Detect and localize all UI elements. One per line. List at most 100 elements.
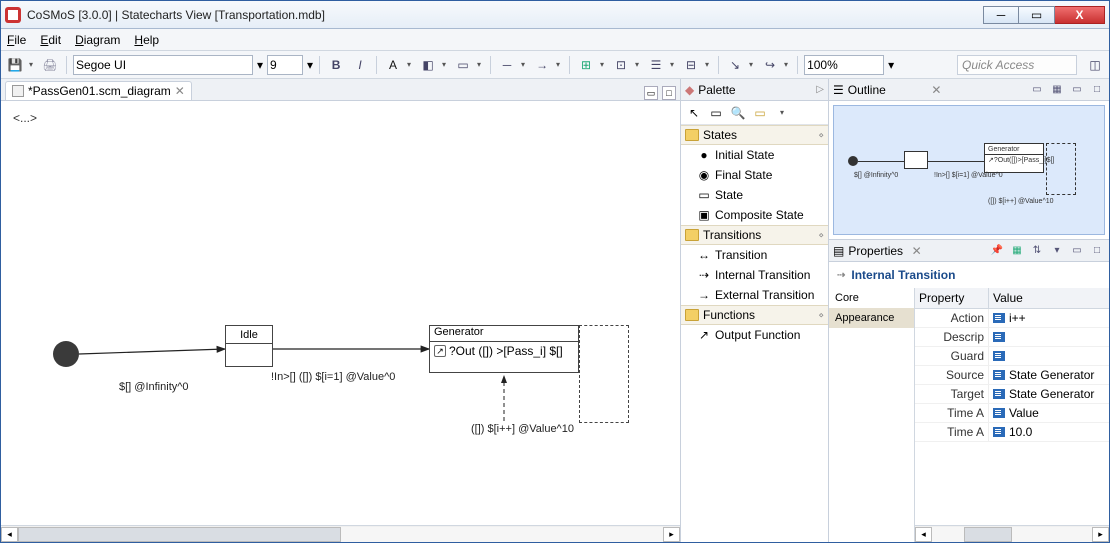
save-icon[interactable]: 💾	[5, 55, 25, 75]
props-menu-icon[interactable]: ▾	[1049, 243, 1065, 259]
palette-item-external-transition[interactable]: →External Transition	[681, 285, 828, 305]
maximize-button[interactable]: ▭	[1019, 6, 1055, 24]
outline-view2-icon[interactable]: ▦	[1049, 82, 1065, 98]
props-cat-icon[interactable]: ▦	[1009, 243, 1025, 259]
props-pin-icon[interactable]: 📌	[989, 243, 1005, 259]
property-row[interactable]: Actioni++	[915, 309, 1109, 328]
scroll-thumb[interactable]	[18, 527, 341, 542]
palette-item-initial-state[interactable]: ●Initial State	[681, 145, 828, 165]
property-row[interactable]: Descrip	[915, 328, 1109, 347]
menu-edit[interactable]: Edit	[40, 33, 61, 47]
category-appearance[interactable]: Appearance	[829, 308, 914, 328]
outline-thumbnail[interactable]: $[] @Infinity^0 !In>[] $[i=1] @Value^0 G…	[833, 105, 1105, 235]
print-icon[interactable]: 🖨	[40, 55, 60, 75]
palette-group-states[interactable]: States⋄	[681, 125, 828, 145]
properties-hscrollbar[interactable]: ◂ ▸	[915, 525, 1109, 542]
node-generator-state[interactable]: Generator ↗?Out ([]) >[Pass_i] $[]	[429, 325, 579, 373]
properties-table: Property Value Actioni++DescripGuardSour…	[915, 288, 1109, 542]
palette-item-output-function[interactable]: ↗Output Function	[681, 325, 828, 345]
linecolor-icon[interactable]: ▭	[453, 55, 473, 75]
props-filter-icon[interactable]: ⇅	[1029, 243, 1045, 259]
outline-min-icon[interactable]: ▭	[1069, 82, 1085, 98]
diagram-canvas[interactable]: <...> Idle Generator ↗?Out ([]) >[Pass_i…	[1, 101, 680, 525]
outline-view1-icon[interactable]: ▭	[1029, 82, 1045, 98]
palette-item-internal-transition[interactable]: ⇢Internal Transition	[681, 265, 828, 285]
zoom-dropdown[interactable]: ▾	[888, 58, 894, 72]
editor-hscrollbar[interactable]: ◂ ▸	[1, 525, 680, 542]
menu-diagram[interactable]: Diagram	[75, 33, 120, 47]
fontcolor-icon[interactable]: A	[383, 55, 403, 75]
property-row[interactable]: SourceState Generator	[915, 366, 1109, 385]
palette-item-transition[interactable]: ↔Transition	[681, 245, 828, 265]
selection-box[interactable]	[579, 325, 629, 423]
arrowstyle-icon[interactable]: →	[532, 55, 552, 75]
minimize-button[interactable]: ─	[983, 6, 1019, 24]
align-icon[interactable]: ☰	[646, 55, 666, 75]
outline-close-icon[interactable]: ✕	[931, 83, 941, 97]
menu-help[interactable]: Help	[134, 33, 159, 47]
node-idle-label: Idle	[226, 326, 272, 344]
pointer-tool-icon[interactable]: ↖	[685, 104, 703, 122]
close-button[interactable]: X	[1055, 6, 1105, 24]
editor-tab[interactable]: *PassGen01.scm_diagram ✕	[5, 81, 192, 100]
scroll-right-icon[interactable]: ▸	[1092, 527, 1109, 542]
palette-tool-dropdown[interactable]: ▾	[773, 104, 791, 122]
category-core[interactable]: Core	[829, 288, 914, 308]
value-icon	[993, 332, 1005, 342]
editor-maximize-icon[interactable]: □	[662, 86, 676, 100]
tab-close-icon[interactable]: ✕	[175, 84, 185, 98]
outline-title: Outline	[848, 83, 928, 97]
properties-categories: Core Appearance	[829, 288, 915, 542]
editor-minimize-icon[interactable]: ▭	[644, 86, 658, 100]
titlebar: CoSMoS [3.0.0] | Statecharts View [Trans…	[1, 1, 1109, 29]
node-idle-state[interactable]: Idle	[225, 325, 273, 367]
linestyle-icon[interactable]: ─	[497, 55, 517, 75]
node-initial-state[interactable]	[53, 341, 79, 367]
palette-group-transitions[interactable]: Transitions⋄	[681, 225, 828, 245]
font-dropdown[interactable]: ▾	[257, 58, 263, 72]
font-combo[interactable]	[73, 55, 253, 75]
scroll-left-icon[interactable]: ◂	[915, 527, 932, 542]
palette-item-composite-state[interactable]: ▣Composite State	[681, 205, 828, 225]
menu-file[interactable]: File	[7, 33, 26, 47]
property-row[interactable]: Time AValue	[915, 404, 1109, 423]
property-row[interactable]: Time A10.0	[915, 423, 1109, 442]
distribute-icon[interactable]: ⊟	[681, 55, 701, 75]
zoom-tool-icon[interactable]: 🔍	[729, 104, 747, 122]
property-row[interactable]: TargetState Generator	[915, 385, 1109, 404]
scroll-left-icon[interactable]: ◂	[1, 527, 18, 542]
properties-close-icon[interactable]: ✕	[912, 244, 922, 258]
note-tool-icon[interactable]: ▭	[751, 104, 769, 122]
fontsize-dropdown[interactable]: ▾	[307, 58, 313, 72]
editor-tab-label: *PassGen01.scm_diagram	[28, 84, 171, 98]
perspective-icon[interactable]: ◫	[1085, 55, 1105, 75]
zoom-combo[interactable]	[804, 55, 884, 75]
bold-icon[interactable]: B	[326, 55, 346, 75]
save-dropdown[interactable]: ▾	[26, 55, 36, 75]
palette-item-final-state[interactable]: ◉Final State	[681, 165, 828, 185]
scroll-thumb[interactable]	[964, 527, 1012, 542]
property-row[interactable]: Guard	[915, 347, 1109, 366]
select-icon[interactable]: ⊡	[611, 55, 631, 75]
linecolor-dropdown[interactable]: ▾	[474, 55, 484, 75]
props-max-icon[interactable]: □	[1089, 243, 1105, 259]
scroll-right-icon[interactable]: ▸	[663, 527, 680, 542]
palette-title: Palette	[698, 83, 735, 97]
palette-item-state[interactable]: ▭State	[681, 185, 828, 205]
fillcolor-dropdown[interactable]: ▾	[439, 55, 449, 75]
router-icon[interactable]: ↪	[760, 55, 780, 75]
marquee-tool-icon[interactable]: ▭	[707, 104, 725, 122]
fillcolor-icon[interactable]: ◧	[418, 55, 438, 75]
outline-max-icon[interactable]: □	[1089, 82, 1105, 98]
chevron-icon: ⋄	[818, 130, 824, 141]
palette-collapse-icon[interactable]: ▷	[816, 84, 824, 95]
quick-access-input[interactable]: Quick Access	[957, 55, 1077, 75]
fontsize-combo[interactable]	[267, 55, 303, 75]
italic-icon[interactable]: I	[350, 55, 370, 75]
palette-group-functions[interactable]: Functions⋄	[681, 305, 828, 325]
props-min-icon[interactable]: ▭	[1069, 243, 1085, 259]
properties-icon: ▤	[833, 244, 844, 258]
autolayout-icon[interactable]: ⊞	[576, 55, 596, 75]
connector-icon[interactable]: ↘	[725, 55, 745, 75]
fontcolor-dropdown[interactable]: ▾	[404, 55, 414, 75]
